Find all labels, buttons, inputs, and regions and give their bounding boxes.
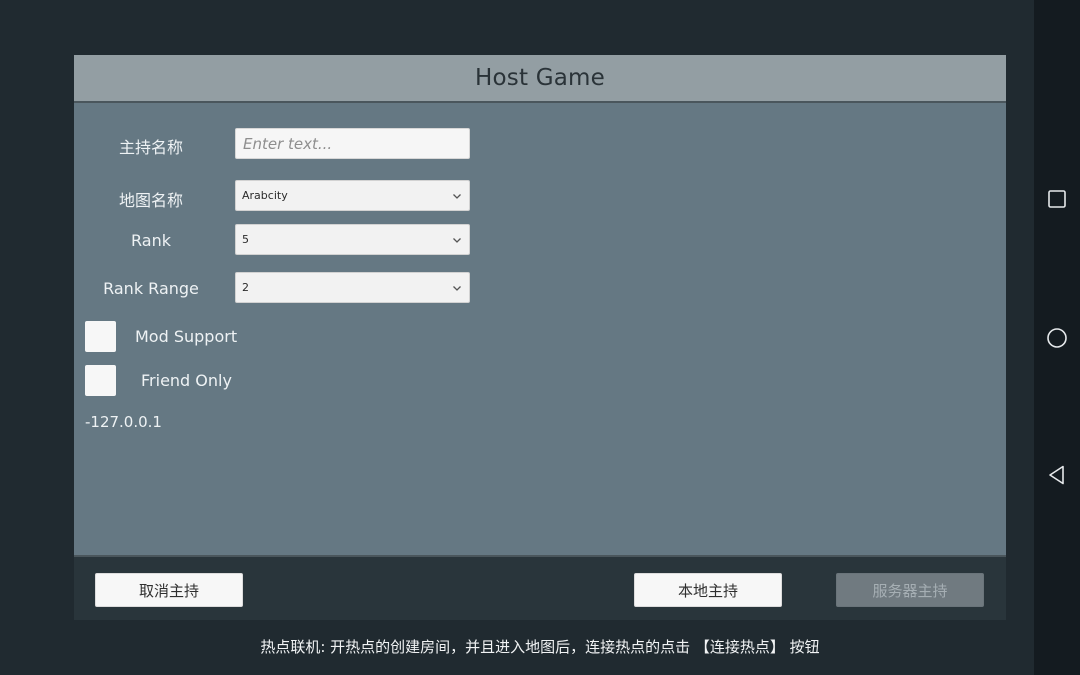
home-button[interactable]	[1045, 326, 1069, 350]
ip-address-text: -127.0.0.1	[85, 413, 162, 431]
rank-range-value: 2	[242, 281, 249, 294]
android-navigation-bar	[1034, 0, 1080, 675]
chevron-down-icon	[453, 285, 461, 291]
friend-only-checkbox[interactable]	[85, 365, 116, 396]
rank-range-dropdown[interactable]: 2	[235, 272, 470, 303]
dialog-footer: 取消主持 本地主持 服务器主持	[74, 555, 1006, 620]
rank-label: Rank	[131, 231, 171, 250]
local-host-button[interactable]: 本地主持	[634, 573, 782, 607]
cancel-host-button[interactable]: 取消主持	[95, 573, 243, 607]
rank-value: 5	[242, 233, 249, 246]
recent-apps-icon	[1048, 190, 1066, 208]
home-icon	[1047, 328, 1067, 348]
server-host-button: 服务器主持	[836, 573, 984, 607]
back-button[interactable]	[1045, 463, 1069, 487]
game-screen: Host Game 主持名称 地图名称 Arabcity Rank 5 Rank…	[0, 0, 1080, 675]
host-game-dialog: Host Game 主持名称 地图名称 Arabcity Rank 5 Rank…	[74, 55, 1006, 620]
back-icon	[1049, 465, 1064, 485]
chevron-down-icon	[453, 193, 461, 199]
recent-apps-button[interactable]	[1045, 187, 1069, 211]
map-name-label: 地图名称	[118, 191, 183, 210]
friend-only-label: Friend Only	[141, 371, 232, 390]
chevron-down-icon	[453, 237, 461, 243]
host-name-label: 主持名称	[118, 138, 183, 157]
hotspot-hint-text: 热点联机: 开热点的创建房间，并且进入地图后，连接热点的点击 【连接热点】 按钮	[260, 638, 820, 656]
host-name-input[interactable]	[235, 128, 470, 159]
rank-range-label: Rank Range	[103, 279, 199, 298]
mod-support-label: Mod Support	[135, 327, 238, 346]
map-name-value: Arabcity	[242, 189, 288, 202]
map-name-dropdown[interactable]: Arabcity	[235, 180, 470, 211]
mod-support-checkbox[interactable]	[85, 321, 116, 352]
dialog-title: Host Game	[475, 65, 605, 91]
rank-dropdown[interactable]: 5	[235, 224, 470, 255]
dialog-header: Host Game	[74, 55, 1006, 103]
